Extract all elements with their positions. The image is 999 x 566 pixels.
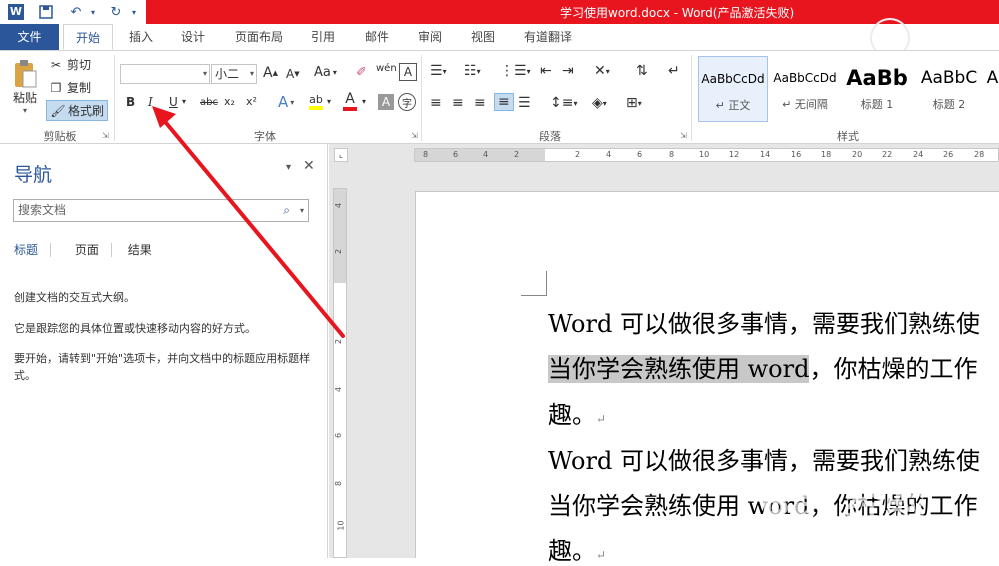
- annotation-arrow: [152, 106, 345, 338]
